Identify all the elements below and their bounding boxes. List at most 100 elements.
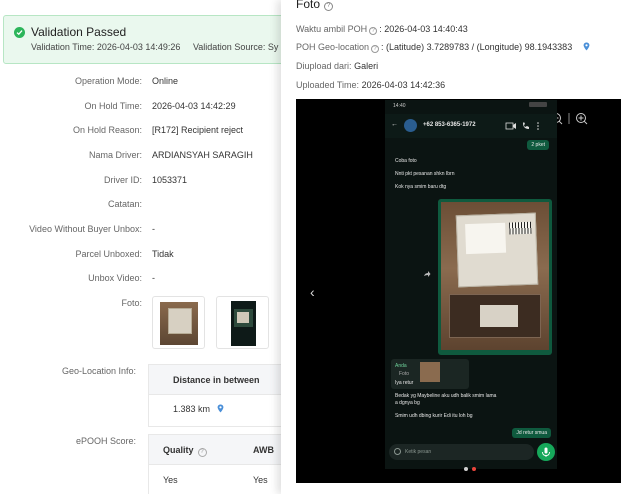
validation-source: Validation Source: Sy xyxy=(192,42,279,52)
phone-clock: 14:40 xyxy=(393,103,406,109)
catatan-label: Catatan: xyxy=(107,199,142,209)
parcel-unboxed-label: Parcel Unboxed: xyxy=(75,249,142,259)
driver-id-label: Driver ID: xyxy=(104,175,142,185)
reply-type: Foto xyxy=(399,371,410,377)
distance-cell: 1.383 km xyxy=(173,404,224,415)
compose-bar: Ketik pesan xyxy=(389,444,534,460)
chat-screenshot-image xyxy=(231,301,256,346)
unbox-video-label: Unbox Video: xyxy=(88,273,142,283)
foto-thumbnail-2[interactable] xyxy=(216,296,269,349)
microphone-icon xyxy=(537,443,555,461)
contact-number: +62 853-6365-1972 xyxy=(423,122,476,128)
driver-name-value: ARDIANSYAH SARAGIH xyxy=(152,150,253,160)
chat-message-in: Iya retur xyxy=(395,380,414,386)
foto-detail-panel: Foto? Waktu ambil POH?: 2026-04-03 14:40… xyxy=(281,0,621,494)
chat-message-out: 2 pket xyxy=(527,140,549,150)
on-hold-time-label: On Hold Time: xyxy=(84,101,142,111)
distance-column-header: Distance in between xyxy=(173,375,260,385)
pagination-dot[interactable] xyxy=(464,467,468,471)
reply-thumbnail xyxy=(420,362,440,382)
chat-message-in: Kok nya smim baru dtg xyxy=(395,184,447,190)
poh-geo-row: POH Geo-location?: (Latitude) 3.7289783 … xyxy=(296,42,590,53)
awb-column-header: AWB xyxy=(253,445,274,455)
on-hold-time-value: 2026-04-03 14:42:29 xyxy=(152,101,236,111)
poh-geo-key: POH Geo-location xyxy=(296,42,370,52)
poh-time-row: Waktu ambil POH?: 2026-04-03 14:40:43 xyxy=(296,24,468,35)
driver-id-value: 1053371 xyxy=(152,175,188,185)
quality-header-text: Quality xyxy=(163,445,194,455)
foto-label: Foto: xyxy=(121,298,142,308)
parcel-box xyxy=(455,212,539,288)
awb-header-text: AWB xyxy=(253,445,274,455)
poh-geo-value: : (Latitude) 3.7289783 / (Longitude) 98.… xyxy=(381,42,573,52)
validation-meta: Validation Time: 2026-04-03 14:49:26 Val… xyxy=(31,42,285,52)
validation-time: Validation Time: 2026-04-03 14:49:26 xyxy=(31,42,181,52)
quality-value: Yes xyxy=(163,475,178,485)
upload-source-value: Galeri xyxy=(354,61,379,71)
zoom-in-icon[interactable] xyxy=(576,113,588,125)
location-pin-icon[interactable] xyxy=(217,404,224,415)
epooh-table-header: Quality? AWB xyxy=(149,435,285,465)
question-circle-icon[interactable]: ? xyxy=(324,2,334,11)
question-circle-icon[interactable]: ? xyxy=(197,448,207,457)
location-pin-icon[interactable] xyxy=(583,42,590,53)
chat-message-out: Jd retur smua xyxy=(512,428,551,438)
on-hold-reason-label: On Hold Reason: xyxy=(72,125,142,135)
chat-message-in: Nnti pkt pesanan shkn Ibrn xyxy=(395,171,455,177)
epooh-score-table: Quality? AWB Yes Yes xyxy=(148,434,285,494)
upload-source-row: Diupload dari: Galeri xyxy=(296,61,378,71)
geo-table-header: Distance in between xyxy=(149,365,285,395)
compose-placeholder: Ketik pesan xyxy=(405,449,432,455)
video-without-buyer-unbox-value: - xyxy=(152,224,155,234)
parcel-unboxed-value: Tidak xyxy=(152,249,174,259)
operation-mode-value: Online xyxy=(152,76,179,86)
battery-icon xyxy=(529,102,547,107)
parcel-photo-image xyxy=(160,302,198,345)
image-pagination xyxy=(464,467,484,473)
uploaded-time-value: 2026-04-03 14:42:36 xyxy=(361,80,446,90)
check-circle-icon xyxy=(14,27,25,38)
quality-column-header: Quality? xyxy=(163,445,207,457)
chat-message-in: a dgnya bg xyxy=(395,400,420,406)
order-detail-pane: Validation Passed Validation Time: 2026-… xyxy=(0,0,285,494)
chevron-left-icon[interactable]: ‹ xyxy=(310,284,315,300)
unbox-video-value: - xyxy=(152,273,155,283)
video-without-buyer-unbox-label: Video Without Buyer Unbox: xyxy=(29,224,142,234)
chat-message-in: Bedak yg Maybeline aku udh balik smim la… xyxy=(395,393,497,399)
geo-location-table: Distance in between 1.383 km xyxy=(148,364,285,427)
validation-title: Validation Passed xyxy=(31,25,127,39)
uploaded-time-row: Uploaded Time: 2026-04-03 14:42:36 xyxy=(296,80,445,90)
question-circle-icon[interactable]: ? xyxy=(371,45,380,53)
question-circle-icon[interactable]: ? xyxy=(369,27,378,35)
phone-status-bar: 14:40 xyxy=(385,100,557,112)
parcel-box xyxy=(449,294,541,338)
distance-value: 1.383 km xyxy=(173,404,211,414)
operation-mode-label: Operation Mode: xyxy=(74,76,142,86)
call-icons xyxy=(505,122,539,130)
image-viewer: ‹ 14:40 ← +62 853-6365-1972 2 pket Coba … xyxy=(296,99,621,483)
driver-name-label: Nama Driver: xyxy=(88,150,142,160)
epooh-score-label: ePOOH Score: xyxy=(75,436,136,446)
chat-screenshot: 14:40 ← +62 853-6365-1972 2 pket Coba fo… xyxy=(385,100,557,469)
chat-image-message xyxy=(438,199,552,355)
awb-value: Yes xyxy=(253,475,268,485)
panel-title-text: Foto xyxy=(296,0,321,11)
poh-time-value: : 2026-04-03 14:40:43 xyxy=(379,24,468,34)
reply-author: Anda xyxy=(395,363,407,369)
foto-thumbnail-1[interactable] xyxy=(152,296,205,349)
validation-banner: Validation Passed Validation Time: 2026-… xyxy=(3,15,285,64)
viewer-toolbar xyxy=(550,111,621,127)
back-arrow-icon: ← xyxy=(391,121,398,128)
panel-title: Foto? xyxy=(296,0,334,11)
forward-icon xyxy=(424,271,431,277)
emoji-icon xyxy=(394,448,401,455)
upload-source-key: Diupload dari: xyxy=(296,61,352,71)
uploaded-time-key: Uploaded Time: xyxy=(296,80,360,90)
pagination-dot-active[interactable] xyxy=(472,467,476,471)
parcel-photo xyxy=(441,202,549,350)
chat-header: ← +62 853-6365-1972 xyxy=(385,114,557,138)
on-hold-reason-value: [R172] Recipient reject xyxy=(152,125,244,135)
chat-message-in: Smim udh dbing kurir Edi itu loh bg xyxy=(395,413,473,419)
contact-avatar xyxy=(404,119,417,132)
geo-location-label: Geo-Location Info: xyxy=(61,366,136,376)
